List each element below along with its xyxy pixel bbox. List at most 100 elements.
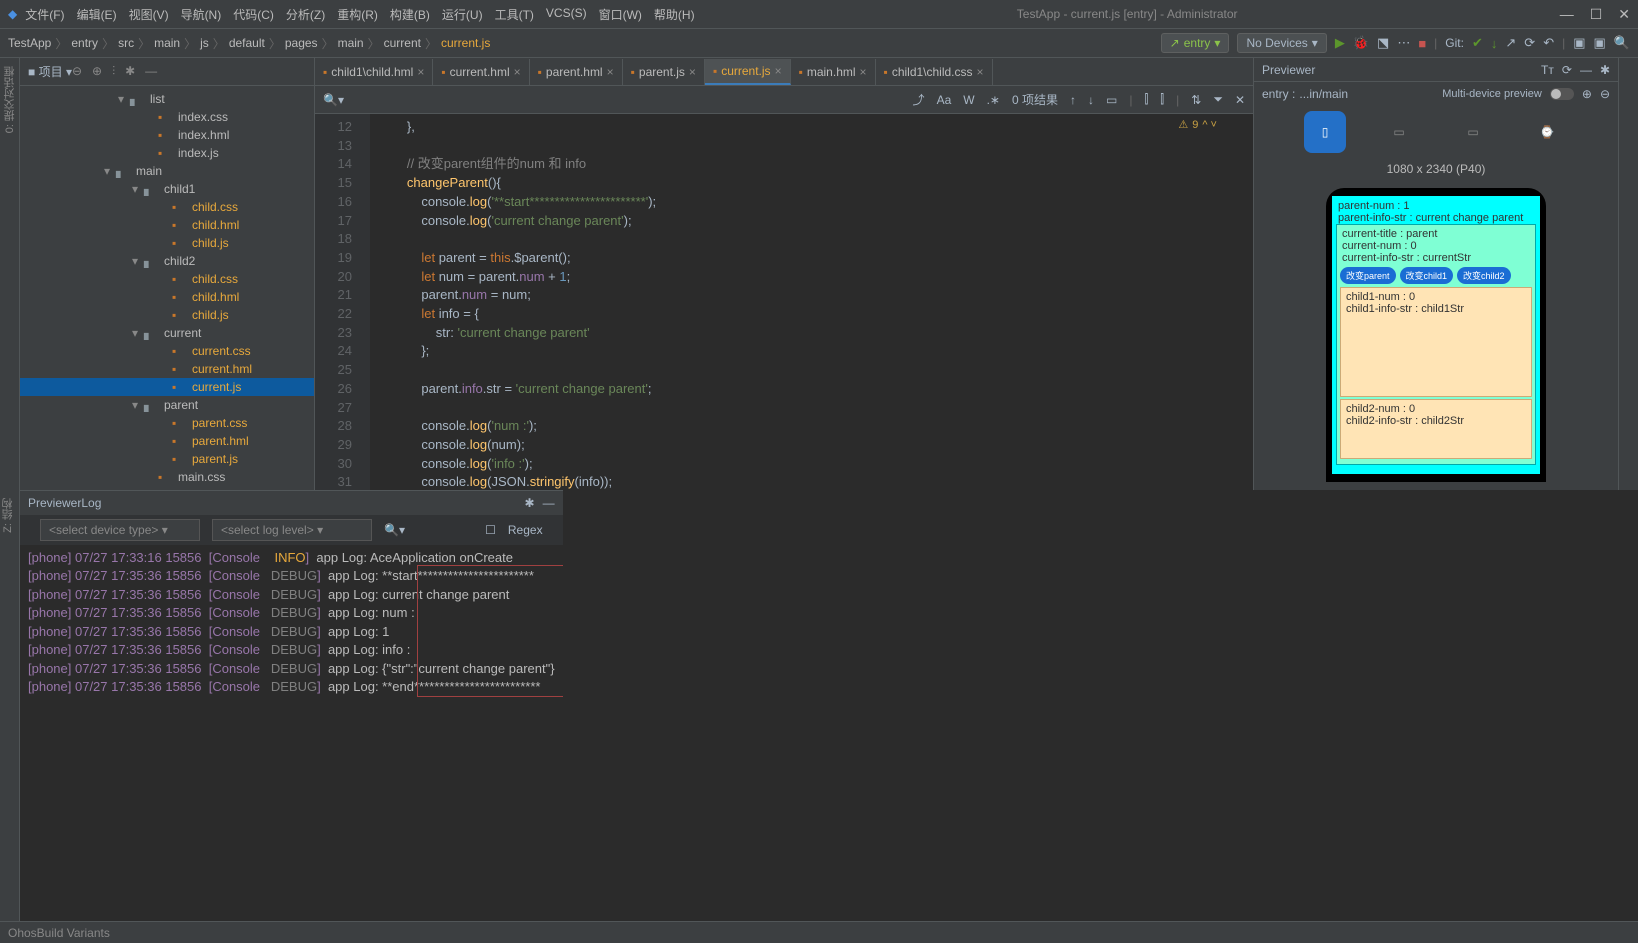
main-menu[interactable]: 文件(F) 编辑(E) 视图(V) 导航(N) 代码(C) 分析(Z) 重构(R) 构建(B)…: [25, 6, 694, 23]
breadcrumb-item[interactable]: src: [118, 36, 134, 50]
find-regex-icon[interactable]: .∗: [987, 93, 1000, 107]
log-level-select[interactable]: <select log level> ▾: [212, 519, 372, 541]
bottom-hide-icon[interactable]: —: [543, 496, 555, 510]
tree-node[interactable]: ▪child.hml: [20, 288, 314, 306]
breadcrumb[interactable]: TestApp〉entry〉src〉main〉js〉default〉pages〉…: [8, 35, 490, 52]
tab-close-icon[interactable]: ×: [775, 64, 782, 78]
tab-close-icon[interactable]: ×: [977, 65, 984, 79]
profile-icon[interactable]: ⬔: [1377, 35, 1389, 51]
menu-item[interactable]: 分析(Z): [286, 6, 325, 23]
editor-tab[interactable]: ▪ parent.js ×: [623, 59, 705, 85]
bottom-settings-icon[interactable]: ✱: [525, 496, 535, 510]
bottom-tab-variants[interactable]: OhosBuild Variants: [0, 926, 118, 940]
find-search-icon[interactable]: 🔍▾: [323, 93, 344, 107]
log-search-icon[interactable]: 🔍▾: [384, 523, 405, 537]
editor-tab[interactable]: ▪ current.hml ×: [433, 59, 529, 85]
menu-item[interactable]: 导航(N): [181, 6, 222, 23]
find-filter1-icon[interactable]: ⫿: [1144, 92, 1148, 107]
device-watch-icon[interactable]: ⌚: [1526, 111, 1568, 153]
stop-icon[interactable]: ■: [1418, 36, 1426, 51]
project-split-icon[interactable]: ⫶: [112, 64, 115, 79]
collapse-icon[interactable]: ⊖: [72, 64, 82, 79]
git-pull-icon[interactable]: ↗: [1505, 35, 1516, 51]
find-filter2-icon[interactable]: ⫿: [1160, 92, 1164, 107]
menu-item[interactable]: 代码(C): [233, 6, 274, 23]
find-opts-icon[interactable]: ⇅: [1191, 93, 1201, 107]
breadcrumb-item[interactable]: TestApp: [8, 36, 51, 50]
find-select-icon[interactable]: ▭: [1106, 93, 1117, 107]
run-config-selector[interactable]: ↗ entry ▾: [1161, 33, 1230, 53]
git-commit-icon[interactable]: ✔: [1472, 35, 1483, 51]
left-tab-structure[interactable]: Z: 结构: [0, 498, 16, 533]
device-tablet-icon[interactable]: ▭: [1378, 111, 1420, 153]
git-revert-icon[interactable]: ↶: [1543, 35, 1554, 51]
menu-item[interactable]: 构建(B): [390, 6, 430, 23]
tree-node[interactable]: ▾▖list: [20, 90, 314, 108]
breadcrumb-item[interactable]: js: [200, 36, 209, 50]
preview-button[interactable]: 改变child1: [1400, 267, 1454, 284]
tree-node[interactable]: ▪child.js: [20, 234, 314, 252]
menu-item[interactable]: 运行(U): [442, 6, 483, 23]
tree-node[interactable]: ▾▖child2: [20, 252, 314, 270]
editor-tab[interactable]: ▪ main.hml ×: [791, 59, 876, 85]
code-editor[interactable]: 1213141516171819202122232425262728293031…: [315, 114, 1253, 490]
tree-node[interactable]: ▪child.hml: [20, 216, 314, 234]
preview-button[interactable]: 改变parent: [1340, 267, 1396, 284]
menu-item[interactable]: 重构(R): [337, 6, 378, 23]
prev-icon-2[interactable]: —: [1580, 63, 1592, 77]
tree-node[interactable]: ▾▖current: [20, 324, 314, 342]
multidev-toggle[interactable]: [1550, 88, 1574, 100]
find-close-icon[interactable]: ✕: [1235, 93, 1245, 107]
device-tv-icon[interactable]: ▭: [1452, 111, 1494, 153]
search-icon[interactable]: 🔍: [1614, 35, 1630, 51]
project-hide-icon[interactable]: —: [145, 64, 157, 79]
tab-close-icon[interactable]: ×: [514, 65, 521, 79]
menu-item[interactable]: 视图(V): [129, 6, 169, 23]
device-selector[interactable]: No Devices ▾: [1237, 33, 1326, 53]
breadcrumb-item[interactable]: entry: [71, 36, 98, 50]
breadcrumb-item[interactable]: current: [384, 36, 421, 50]
prev-icon-1[interactable]: Tт: [1541, 63, 1554, 77]
tree-node[interactable]: ▪child.js: [20, 306, 314, 324]
tab-close-icon[interactable]: ×: [417, 65, 424, 79]
tree-node[interactable]: ▪child.css: [20, 270, 314, 288]
tree-node[interactable]: ▪index.hml: [20, 126, 314, 144]
menu-item[interactable]: 编辑(E): [77, 6, 117, 23]
editor-tab[interactable]: ▪ child1\child.hml ×: [315, 59, 433, 85]
left-tab-commit[interactable]: 0: 提交对话框: [2, 66, 18, 133]
project-target-icon[interactable]: ⊕: [92, 64, 102, 79]
tree-node[interactable]: ▪current.css: [20, 342, 314, 360]
prev-zoom-out-icon[interactable]: ⊖: [1600, 87, 1610, 101]
project-tree[interactable]: ▾▖list▪index.css▪index.hml▪index.js▾▖mai…: [20, 86, 314, 490]
find-word-icon[interactable]: W: [963, 93, 974, 107]
project-settings-icon[interactable]: ✱: [125, 64, 135, 79]
regex-checkbox[interactable]: ☐: [485, 523, 496, 537]
more-run-icon[interactable]: ⋯: [1397, 35, 1410, 51]
git-history-icon[interactable]: ⟳: [1524, 35, 1535, 51]
tab-close-icon[interactable]: ×: [860, 65, 867, 79]
menu-item[interactable]: 文件(F): [25, 6, 64, 23]
find-funnel-icon[interactable]: ⏷: [1213, 92, 1223, 107]
debug-icon[interactable]: 🐞: [1353, 35, 1369, 51]
breadcrumb-item[interactable]: main: [338, 36, 364, 50]
tree-node[interactable]: ▾▖main: [20, 162, 314, 180]
find-prev-icon[interactable]: ⤴: [913, 91, 925, 108]
tree-node[interactable]: ▾▖child1: [20, 180, 314, 198]
breadcrumb-item[interactable]: default: [229, 36, 265, 50]
breadcrumb-item[interactable]: pages: [285, 36, 318, 50]
tree-node[interactable]: ▪parent.js: [20, 450, 314, 468]
git-push-icon[interactable]: ↓: [1491, 36, 1498, 51]
prev-zoom-in-icon[interactable]: ⊕: [1582, 87, 1592, 101]
editor-tabs[interactable]: ▪ child1\child.hml ×▪ current.hml × ▪ par…: [315, 58, 1253, 86]
tree-node[interactable]: ▪parent.css: [20, 414, 314, 432]
tree-node[interactable]: ▪parent.hml: [20, 432, 314, 450]
tab-close-icon[interactable]: ×: [689, 65, 696, 79]
breadcrumb-item[interactable]: current.js: [441, 36, 490, 50]
breadcrumb-item[interactable]: main: [154, 36, 180, 50]
device-phone-icon[interactable]: ▯: [1304, 111, 1346, 153]
tab-close-icon[interactable]: ×: [607, 65, 614, 79]
editor-tab[interactable]: ▪ child1\child.css ×: [876, 59, 993, 85]
app-icon-1[interactable]: ▣: [1573, 35, 1585, 51]
maximize-button[interactable]: ☐: [1590, 6, 1603, 23]
tree-node[interactable]: ▪index.js: [20, 144, 314, 162]
